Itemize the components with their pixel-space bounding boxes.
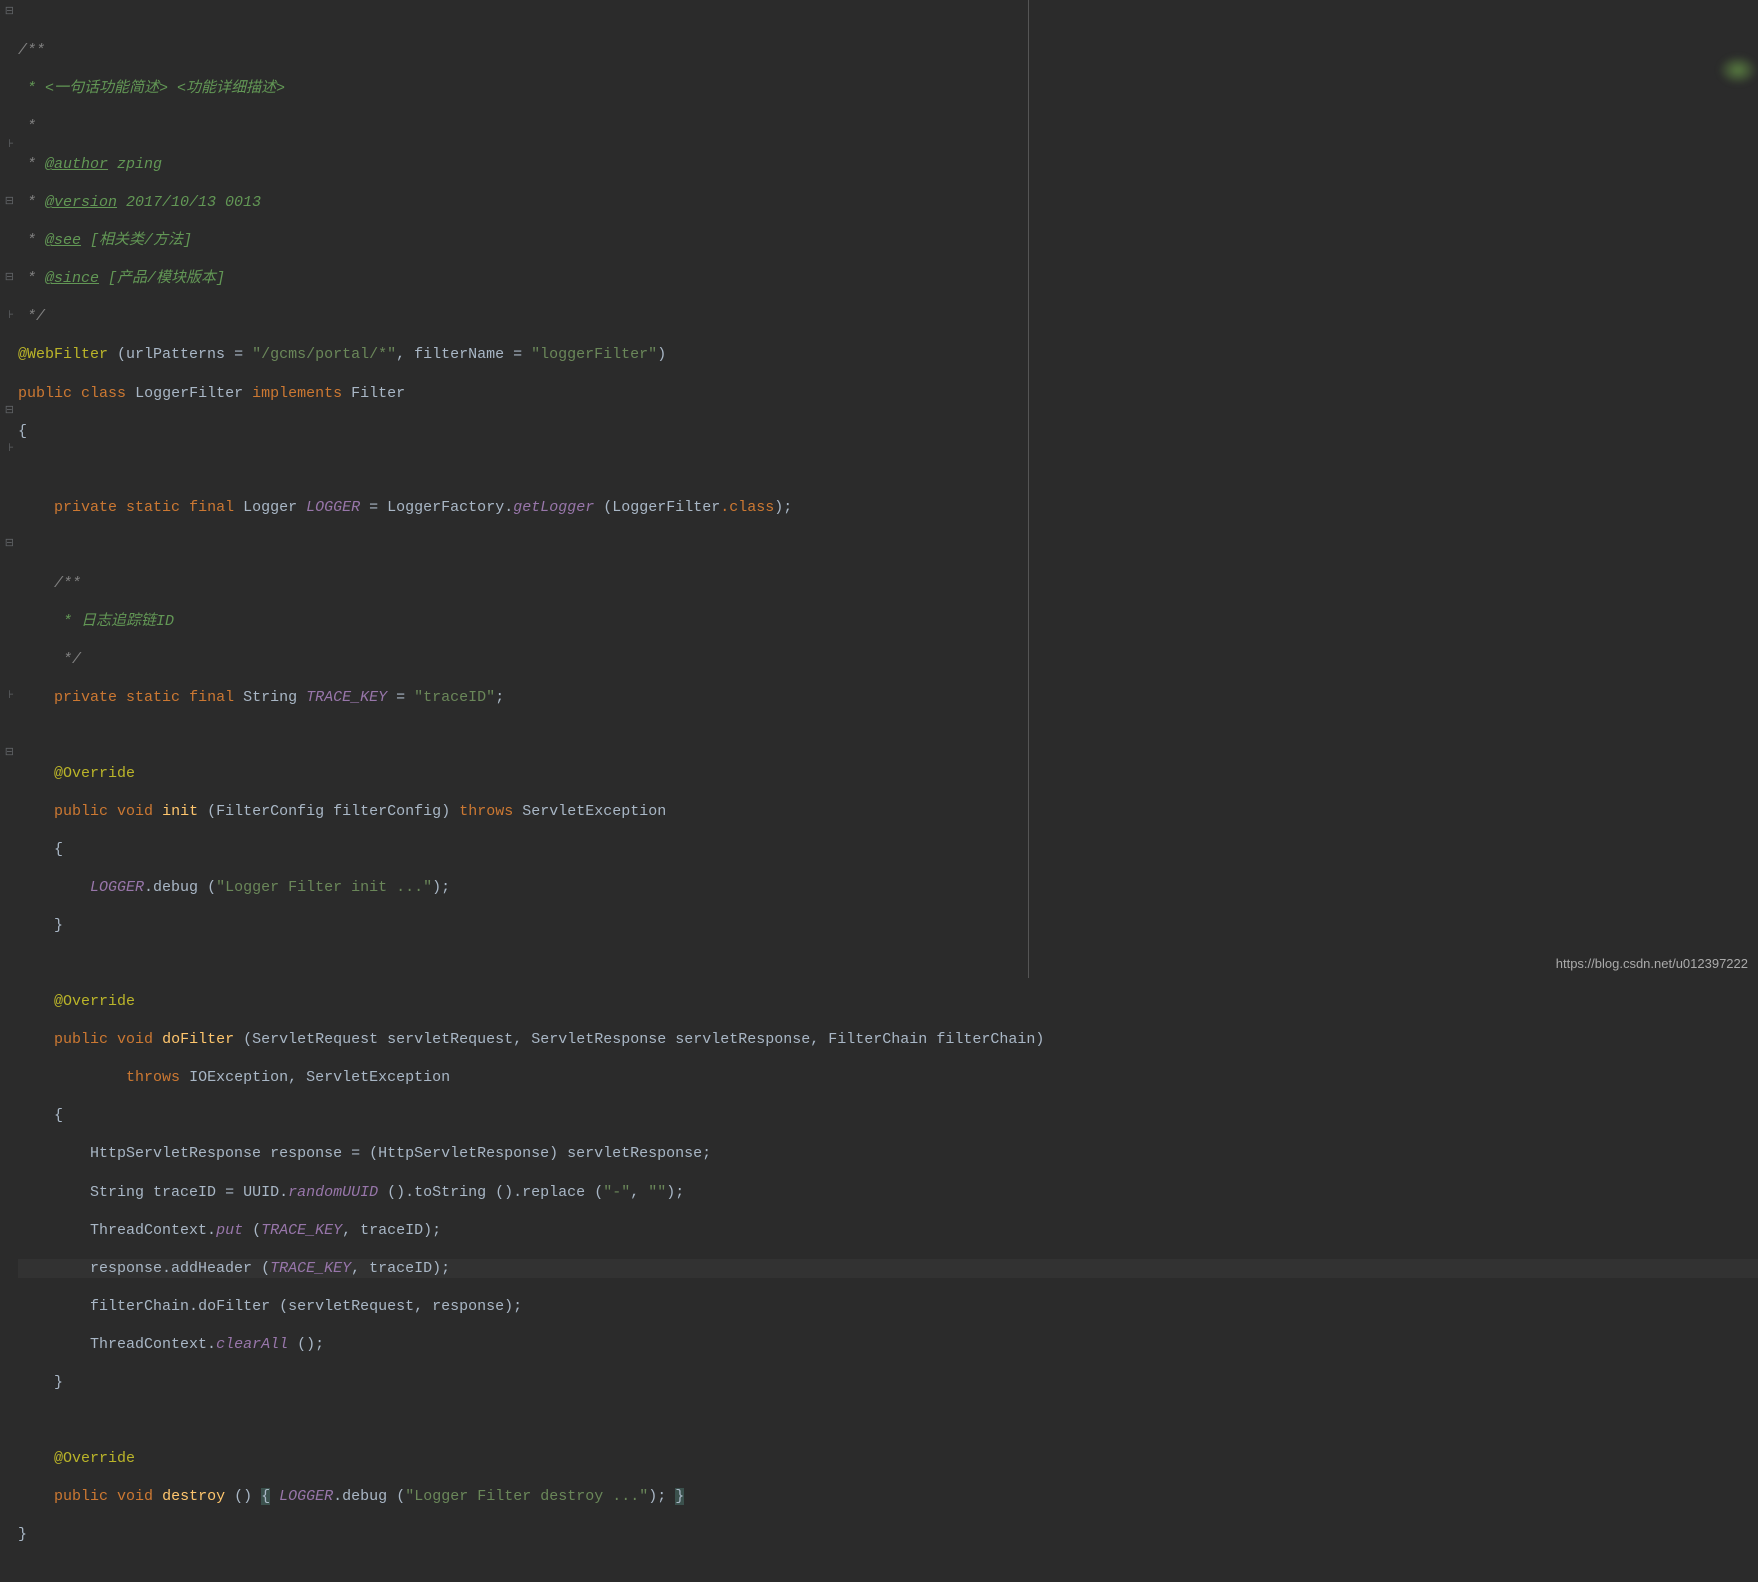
version-tag: @version (45, 194, 117, 211)
author-val: zping (108, 156, 162, 173)
class-kw: class (81, 385, 126, 402)
comment-empty: * (18, 118, 36, 135)
comment-desc: * <一句话功能简述> <功能详细描述> (18, 80, 285, 97)
comment-end: */ (18, 308, 45, 325)
init-msg: "Logger Filter init ..." (216, 879, 432, 896)
webfilter-anno: @WebFilter (18, 346, 108, 363)
trace-key-field: TRACE_KEY (306, 689, 387, 706)
margin-guide (1028, 0, 1029, 978)
current-line: response.addHeader (TRACE_KEY, traceID); (18, 1259, 1758, 1278)
destroy-method: destroy (162, 1488, 225, 1505)
put-method: put (216, 1222, 243, 1239)
watermark: https://blog.csdn.net/u012397222 (1556, 956, 1748, 973)
code-content[interactable]: /** * <一句话功能简述> <功能详细描述> * * @author zpi… (16, 0, 1758, 978)
randomuuid-method: randomUUID (288, 1184, 378, 1201)
clearall-method: clearAll (216, 1336, 288, 1353)
name-val: "loggerFilter" (531, 346, 657, 363)
dofilter-method: doFilter (162, 1031, 234, 1048)
override-anno-1: @Override (54, 765, 135, 782)
logger-field: LOGGER (306, 499, 360, 516)
see-tag: @see (45, 232, 81, 249)
override-anno-3: @Override (54, 1450, 135, 1467)
destroy-msg: "Logger Filter destroy ..." (405, 1488, 648, 1505)
see-val: [相关类/方法] (81, 232, 192, 249)
author-tag: @author (45, 156, 108, 173)
override-anno-2: @Override (54, 993, 135, 1010)
getlogger-method: getLogger (513, 499, 594, 516)
gutter: ⊟ ⊦ ⊟ ⊟ ⊦ ⊟ ⊦ ⊟ ⊦ (0, 0, 16, 978)
since-val: [产品/模块版本] (99, 270, 225, 287)
filter-interface: Filter (351, 385, 405, 402)
implements-kw: implements (252, 385, 342, 402)
version-val: 2017/10/13 0013 (117, 194, 261, 211)
smudge-artifact (1718, 55, 1758, 85)
code-editor[interactable]: ⊟ ⊦ ⊟ ⊟ ⊦ ⊟ ⊦ ⊟ ⊦ (0, 0, 1758, 978)
trace-comment: * 日志追踪链ID (54, 613, 174, 630)
public-kw: public (18, 385, 72, 402)
trace-key-val: "traceID" (414, 689, 495, 706)
comment-start: /** (18, 42, 45, 59)
name-param: filterName (414, 346, 504, 363)
url-val: "/gcms/portal/*" (252, 346, 396, 363)
class-name: LoggerFilter (135, 385, 243, 402)
since-tag: @since (45, 270, 99, 287)
init-method: init (162, 803, 198, 820)
url-param: urlPatterns (126, 346, 225, 363)
